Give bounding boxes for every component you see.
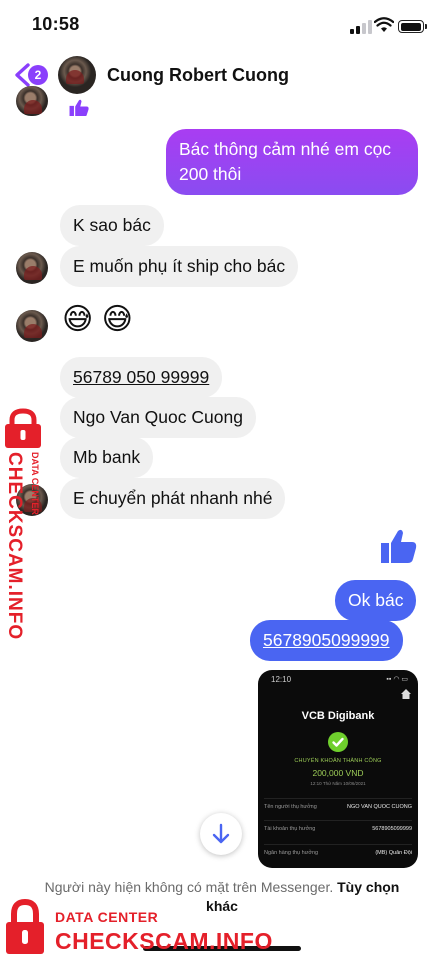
status-bar: 10:58 — [0, 0, 444, 50]
status-time: 10:58 — [32, 14, 80, 34]
contact-avatar-small — [16, 86, 48, 116]
receipt-row-label: Tài khoản thụ hưởng — [264, 826, 316, 832]
incoming-message[interactable]: K sao bác — [60, 205, 164, 246]
padlock-icon — [5, 408, 41, 448]
incoming-message-account-number[interactable]: 56789 050 99999 — [60, 357, 223, 398]
receipt-row-value: 5678905099999 — [372, 826, 412, 832]
incoming-message[interactable]: E chuyển phát nhanh nhé — [60, 478, 286, 519]
watermark-small-text: DATA CENTER — [30, 452, 40, 515]
receipt-status-icons: ▪▪ ◠ ▭ — [386, 676, 408, 683]
receipt-row-value: (MB) Quân Đội — [375, 850, 412, 856]
watermark-big-text: CHECKSCAM.INFO — [4, 452, 25, 641]
outgoing-message-account-number[interactable]: 5678905099999 — [250, 620, 403, 661]
incoming-message[interactable]: Mb bank — [60, 437, 154, 478]
check-circle-icon — [328, 732, 348, 752]
receipt-row-label: Ngân hàng thụ hưởng — [264, 850, 319, 856]
cellular-signal-icon — [350, 20, 372, 34]
contact-name[interactable]: Cuong Robert Cuong — [107, 65, 289, 86]
padlock-icon — [6, 898, 44, 954]
receipt-amount: 200,000 VND — [312, 768, 364, 778]
watermark-small-text: DATA CENTER — [55, 909, 159, 925]
receipt-date: 12:10 Thứ Năm 10/06/2021 — [310, 781, 366, 786]
transfer-receipt-image[interactable]: 12:10 ▪▪ ◠ ▭ VCB Digibank CHUYỂN KHOẢN T… — [258, 670, 418, 868]
unavailable-text: Người này hiện không có mặt trên Messeng… — [44, 879, 334, 895]
contact-avatar-small — [16, 310, 48, 342]
unread-count-badge[interactable]: 2 — [28, 65, 48, 85]
home-icon — [401, 689, 411, 699]
receipt-time: 12:10 — [271, 675, 292, 684]
incoming-message[interactable]: E muốn phụ ít ship cho bác — [60, 246, 299, 287]
scroll-to-bottom-button[interactable] — [200, 813, 242, 855]
receipt-status: CHUYỂN KHOẢN THÀNH CÔNG — [294, 758, 382, 764]
receipt-row-value: NGO VAN QUOC CUONG — [347, 804, 412, 810]
outgoing-message[interactable]: Ok bác — [335, 580, 417, 621]
thumbs-up-icon[interactable] — [378, 526, 418, 566]
arrow-down-icon — [212, 823, 230, 844]
thumbs-up-icon — [69, 99, 89, 116]
wifi-icon — [374, 17, 394, 32]
receipt-row: Tài khoản thụ hưởng 5678905099999 — [264, 820, 412, 836]
contact-avatar-small — [16, 252, 48, 284]
incoming-message[interactable]: Ngo Van Quoc Cuong — [60, 397, 256, 438]
receipt-row: Tên người thụ hưởng NGO VAN QUOC CUONG — [264, 798, 412, 814]
battery-icon — [398, 20, 427, 33]
contact-avatar[interactable] — [58, 56, 96, 94]
bank-logo: VCB Digibank — [301, 710, 375, 722]
receipt-row: Ngân hàng thụ hưởng (MB) Quân Đội — [264, 844, 412, 860]
grinning-sweat-emoji[interactable]: 😅 😅 — [62, 302, 133, 338]
watermark-big-text: CHECKSCAM.INFO — [55, 928, 273, 954]
outgoing-message[interactable]: Bác thông cảm nhé em cọc 200 thôi — [166, 129, 418, 195]
receipt-row-label: Tên người thụ hưởng — [264, 804, 317, 810]
